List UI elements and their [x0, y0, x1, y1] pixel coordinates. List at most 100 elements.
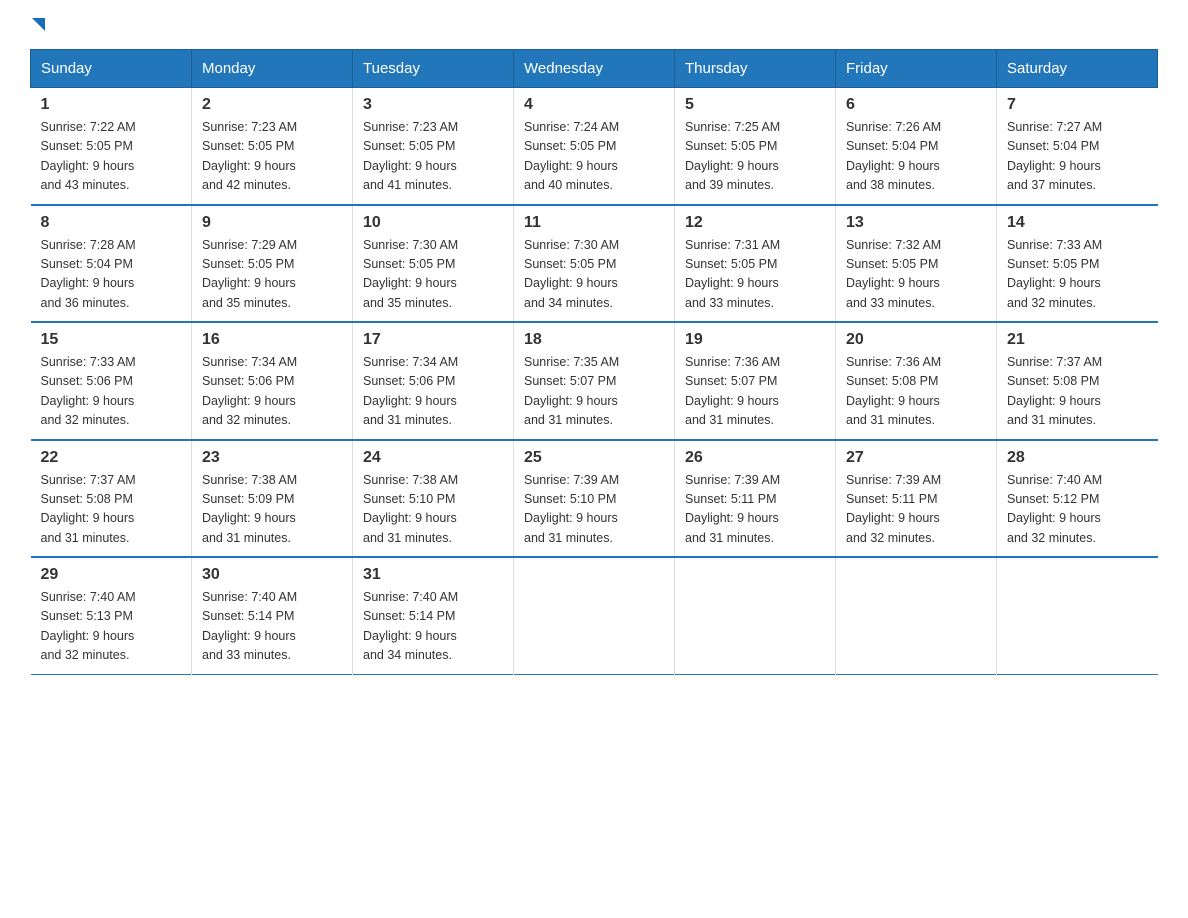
- day-number: 17: [363, 331, 503, 349]
- day-number: 29: [41, 566, 182, 584]
- calendar-cell: 15 Sunrise: 7:33 AMSunset: 5:06 PMDaylig…: [31, 322, 192, 440]
- col-tuesday: Tuesday: [353, 50, 514, 88]
- header-row: Sunday Monday Tuesday Wednesday Thursday…: [31, 50, 1158, 88]
- day-info: Sunrise: 7:39 AMSunset: 5:11 PMDaylight:…: [685, 471, 825, 549]
- calendar-week-row: 15 Sunrise: 7:33 AMSunset: 5:06 PMDaylig…: [31, 322, 1158, 440]
- day-info: Sunrise: 7:39 AMSunset: 5:11 PMDaylight:…: [846, 471, 986, 549]
- day-number: 28: [1007, 449, 1148, 467]
- day-info: Sunrise: 7:40 AMSunset: 5:14 PMDaylight:…: [363, 588, 503, 666]
- day-number: 6: [846, 96, 986, 114]
- day-info: Sunrise: 7:23 AMSunset: 5:05 PMDaylight:…: [363, 118, 503, 196]
- calendar-cell: 28 Sunrise: 7:40 AMSunset: 5:12 PMDaylig…: [997, 440, 1158, 558]
- day-info: Sunrise: 7:25 AMSunset: 5:05 PMDaylight:…: [685, 118, 825, 196]
- calendar-cell: 19 Sunrise: 7:36 AMSunset: 5:07 PMDaylig…: [675, 322, 836, 440]
- day-number: 4: [524, 96, 664, 114]
- calendar-cell: 30 Sunrise: 7:40 AMSunset: 5:14 PMDaylig…: [192, 557, 353, 674]
- calendar-cell: 3 Sunrise: 7:23 AMSunset: 5:05 PMDayligh…: [353, 88, 514, 205]
- calendar-cell: [514, 557, 675, 674]
- day-info: Sunrise: 7:22 AMSunset: 5:05 PMDaylight:…: [41, 118, 182, 196]
- calendar-week-row: 1 Sunrise: 7:22 AMSunset: 5:05 PMDayligh…: [31, 88, 1158, 205]
- day-number: 10: [363, 214, 503, 232]
- calendar-cell: 14 Sunrise: 7:33 AMSunset: 5:05 PMDaylig…: [997, 205, 1158, 323]
- calendar-cell: [675, 557, 836, 674]
- calendar-cell: 4 Sunrise: 7:24 AMSunset: 5:05 PMDayligh…: [514, 88, 675, 205]
- day-number: 13: [846, 214, 986, 232]
- calendar-cell: 12 Sunrise: 7:31 AMSunset: 5:05 PMDaylig…: [675, 205, 836, 323]
- day-number: 19: [685, 331, 825, 349]
- calendar-cell: 27 Sunrise: 7:39 AMSunset: 5:11 PMDaylig…: [836, 440, 997, 558]
- day-info: Sunrise: 7:40 AMSunset: 5:14 PMDaylight:…: [202, 588, 342, 666]
- calendar-cell: 29 Sunrise: 7:40 AMSunset: 5:13 PMDaylig…: [31, 557, 192, 674]
- day-info: Sunrise: 7:38 AMSunset: 5:09 PMDaylight:…: [202, 471, 342, 549]
- calendar-cell: 13 Sunrise: 7:32 AMSunset: 5:05 PMDaylig…: [836, 205, 997, 323]
- calendar-cell: 8 Sunrise: 7:28 AMSunset: 5:04 PMDayligh…: [31, 205, 192, 323]
- day-number: 8: [41, 214, 182, 232]
- calendar-cell: 11 Sunrise: 7:30 AMSunset: 5:05 PMDaylig…: [514, 205, 675, 323]
- calendar-cell: 23 Sunrise: 7:38 AMSunset: 5:09 PMDaylig…: [192, 440, 353, 558]
- col-wednesday: Wednesday: [514, 50, 675, 88]
- day-info: Sunrise: 7:34 AMSunset: 5:06 PMDaylight:…: [202, 353, 342, 431]
- calendar-cell: 31 Sunrise: 7:40 AMSunset: 5:14 PMDaylig…: [353, 557, 514, 674]
- col-monday: Monday: [192, 50, 353, 88]
- calendar-cell: 22 Sunrise: 7:37 AMSunset: 5:08 PMDaylig…: [31, 440, 192, 558]
- calendar-cell: 1 Sunrise: 7:22 AMSunset: 5:05 PMDayligh…: [31, 88, 192, 205]
- day-number: 30: [202, 566, 342, 584]
- day-info: Sunrise: 7:33 AMSunset: 5:05 PMDaylight:…: [1007, 236, 1148, 314]
- calendar-cell: 16 Sunrise: 7:34 AMSunset: 5:06 PMDaylig…: [192, 322, 353, 440]
- day-info: Sunrise: 7:26 AMSunset: 5:04 PMDaylight:…: [846, 118, 986, 196]
- day-number: 21: [1007, 331, 1148, 349]
- logo: [30, 20, 45, 29]
- col-sunday: Sunday: [31, 50, 192, 88]
- day-number: 27: [846, 449, 986, 467]
- day-info: Sunrise: 7:31 AMSunset: 5:05 PMDaylight:…: [685, 236, 825, 314]
- day-info: Sunrise: 7:35 AMSunset: 5:07 PMDaylight:…: [524, 353, 664, 431]
- logo-arrow-icon: [32, 18, 45, 31]
- calendar-week-row: 22 Sunrise: 7:37 AMSunset: 5:08 PMDaylig…: [31, 440, 1158, 558]
- calendar-cell: [836, 557, 997, 674]
- day-info: Sunrise: 7:23 AMSunset: 5:05 PMDaylight:…: [202, 118, 342, 196]
- calendar-cell: 20 Sunrise: 7:36 AMSunset: 5:08 PMDaylig…: [836, 322, 997, 440]
- calendar-cell: 26 Sunrise: 7:39 AMSunset: 5:11 PMDaylig…: [675, 440, 836, 558]
- calendar-cell: 6 Sunrise: 7:26 AMSunset: 5:04 PMDayligh…: [836, 88, 997, 205]
- col-thursday: Thursday: [675, 50, 836, 88]
- calendar-cell: 9 Sunrise: 7:29 AMSunset: 5:05 PMDayligh…: [192, 205, 353, 323]
- day-number: 12: [685, 214, 825, 232]
- day-number: 2: [202, 96, 342, 114]
- calendar-cell: [997, 557, 1158, 674]
- day-info: Sunrise: 7:24 AMSunset: 5:05 PMDaylight:…: [524, 118, 664, 196]
- day-number: 14: [1007, 214, 1148, 232]
- day-number: 15: [41, 331, 182, 349]
- day-info: Sunrise: 7:32 AMSunset: 5:05 PMDaylight:…: [846, 236, 986, 314]
- day-number: 20: [846, 331, 986, 349]
- day-info: Sunrise: 7:40 AMSunset: 5:13 PMDaylight:…: [41, 588, 182, 666]
- calendar-cell: 2 Sunrise: 7:23 AMSunset: 5:05 PMDayligh…: [192, 88, 353, 205]
- calendar-cell: 24 Sunrise: 7:38 AMSunset: 5:10 PMDaylig…: [353, 440, 514, 558]
- day-number: 26: [685, 449, 825, 467]
- day-number: 18: [524, 331, 664, 349]
- day-number: 31: [363, 566, 503, 584]
- day-info: Sunrise: 7:39 AMSunset: 5:10 PMDaylight:…: [524, 471, 664, 549]
- day-number: 1: [41, 96, 182, 114]
- day-number: 9: [202, 214, 342, 232]
- calendar-week-row: 29 Sunrise: 7:40 AMSunset: 5:13 PMDaylig…: [31, 557, 1158, 674]
- calendar-cell: 10 Sunrise: 7:30 AMSunset: 5:05 PMDaylig…: [353, 205, 514, 323]
- calendar-table: Sunday Monday Tuesday Wednesday Thursday…: [30, 49, 1158, 675]
- day-number: 24: [363, 449, 503, 467]
- col-saturday: Saturday: [997, 50, 1158, 88]
- day-info: Sunrise: 7:38 AMSunset: 5:10 PMDaylight:…: [363, 471, 503, 549]
- day-info: Sunrise: 7:34 AMSunset: 5:06 PMDaylight:…: [363, 353, 503, 431]
- day-number: 25: [524, 449, 664, 467]
- day-number: 16: [202, 331, 342, 349]
- day-info: Sunrise: 7:36 AMSunset: 5:07 PMDaylight:…: [685, 353, 825, 431]
- calendar-cell: 7 Sunrise: 7:27 AMSunset: 5:04 PMDayligh…: [997, 88, 1158, 205]
- day-number: 22: [41, 449, 182, 467]
- day-info: Sunrise: 7:40 AMSunset: 5:12 PMDaylight:…: [1007, 471, 1148, 549]
- day-number: 3: [363, 96, 503, 114]
- day-number: 11: [524, 214, 664, 232]
- day-info: Sunrise: 7:33 AMSunset: 5:06 PMDaylight:…: [41, 353, 182, 431]
- calendar-week-row: 8 Sunrise: 7:28 AMSunset: 5:04 PMDayligh…: [31, 205, 1158, 323]
- calendar-cell: 17 Sunrise: 7:34 AMSunset: 5:06 PMDaylig…: [353, 322, 514, 440]
- day-info: Sunrise: 7:30 AMSunset: 5:05 PMDaylight:…: [363, 236, 503, 314]
- col-friday: Friday: [836, 50, 997, 88]
- page-header: [30, 20, 1158, 29]
